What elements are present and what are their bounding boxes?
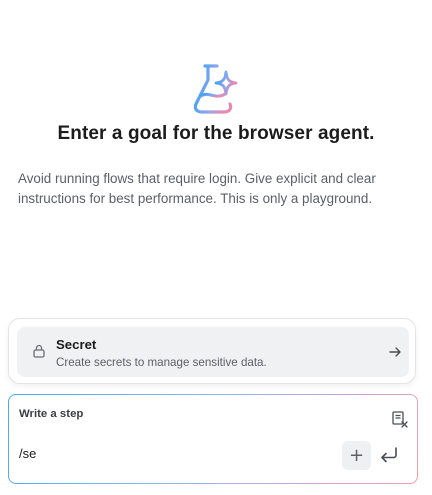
page-title: Enter a goal for the browser agent.	[57, 123, 375, 144]
hero: Enter a goal for the browser agent.	[0, 60, 432, 145]
step-label: Write a step	[19, 408, 84, 420]
clear-list-icon[interactable]	[391, 410, 409, 428]
lock-icon	[33, 344, 45, 358]
submit-button[interactable]	[377, 444, 401, 466]
suggestion-item-secret[interactable]: Secret Create secrets to manage sensitiv…	[17, 327, 409, 377]
plus-icon: +	[348, 445, 365, 466]
enter-icon	[381, 447, 397, 463]
step-composer: Write a step +	[8, 394, 418, 484]
suggestion-title: Secret	[56, 337, 97, 352]
page-subtitle: Avoid running flows that require login. …	[18, 171, 376, 207]
step-composer-body: Write a step +	[9, 395, 417, 483]
step-input[interactable]	[19, 443, 319, 463]
flask-sparkle-icon	[193, 64, 238, 114]
add-button[interactable]: +	[342, 441, 371, 470]
arrow-right-icon	[389, 347, 401, 357]
suggestion-description: Create secrets to manage sensitive data.	[56, 356, 267, 369]
suggestion-menu: Secret Create secrets to manage sensitiv…	[8, 318, 416, 384]
